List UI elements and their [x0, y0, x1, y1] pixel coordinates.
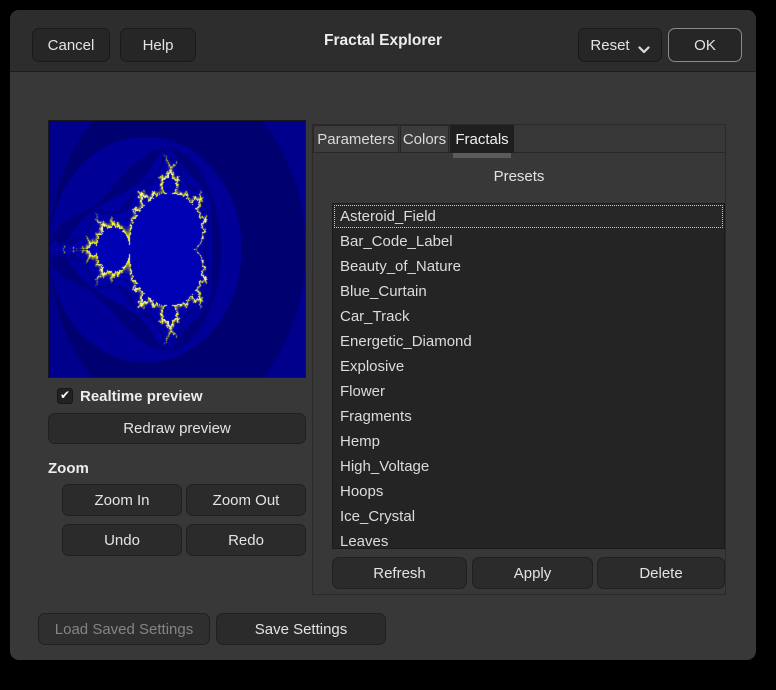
list-item[interactable]: Leaves [333, 529, 724, 549]
tab-parameters[interactable]: Parameters [313, 125, 399, 153]
delete-button[interactable]: Delete [597, 557, 725, 589]
redraw-preview-label: Redraw preview [123, 420, 231, 437]
zoom-in-button[interactable]: Zoom In [62, 484, 182, 516]
fractal-preview[interactable] [49, 121, 305, 377]
apply-button[interactable]: Apply [472, 557, 593, 589]
list-item[interactable]: Explosive [333, 354, 724, 379]
ok-button[interactable]: OK [668, 28, 742, 62]
tab-colors[interactable]: Colors [400, 125, 449, 153]
save-settings-button[interactable]: Save Settings [216, 613, 386, 645]
help-button[interactable]: Help [120, 28, 196, 62]
zoom-out-label: Zoom Out [213, 492, 280, 509]
fractal-explorer-dialog: Fractal Explorer Cancel Help Reset OK ✔ … [10, 10, 756, 660]
list-item[interactable]: Ice_Crystal [333, 504, 724, 529]
active-tab-indicator [453, 153, 511, 158]
settings-notebook: Parameters Colors Fractals Presets Aster… [312, 124, 726, 595]
zoom-out-button[interactable]: Zoom Out [186, 484, 306, 516]
load-saved-settings-button[interactable]: Load Saved Settings [38, 613, 210, 645]
undo-label: Undo [104, 532, 140, 549]
list-item[interactable]: Hoops [333, 479, 724, 504]
list-item[interactable]: Car_Track [333, 304, 724, 329]
tab-fractals[interactable]: Fractals [450, 125, 514, 153]
refresh-label: Refresh [373, 565, 426, 582]
cancel-button[interactable]: Cancel [32, 28, 110, 62]
load-saved-settings-label: Load Saved Settings [55, 621, 193, 638]
tab-colors-label: Colors [403, 131, 446, 148]
reset-dropdown-button[interactable]: Reset [578, 28, 662, 62]
refresh-button[interactable]: Refresh [332, 557, 467, 589]
zoom-section-label: Zoom [48, 460, 89, 477]
cancel-button-label: Cancel [48, 37, 95, 54]
chevron-down-icon [638, 41, 650, 49]
realtime-preview-checkbox-row[interactable]: ✔ Realtime preview [57, 387, 203, 405]
list-item[interactable]: Hemp [333, 429, 724, 454]
redo-button[interactable]: Redo [186, 524, 306, 556]
apply-label: Apply [514, 565, 552, 582]
tab-parameters-label: Parameters [317, 131, 395, 148]
presets-title: Presets [313, 168, 725, 185]
list-item[interactable]: Beauty_of_Nature [333, 254, 724, 279]
redo-label: Redo [228, 532, 264, 549]
ok-button-label: OK [694, 37, 716, 54]
zoom-in-label: Zoom In [94, 492, 149, 509]
reset-button-label: Reset [590, 37, 629, 54]
tab-fractals-label: Fractals [455, 131, 508, 148]
realtime-preview-label: Realtime preview [80, 388, 203, 405]
list-item[interactable]: Energetic_Diamond [333, 329, 724, 354]
list-item[interactable]: Blue_Curtain [333, 279, 724, 304]
save-settings-label: Save Settings [255, 621, 348, 638]
list-item[interactable]: High_Voltage [333, 454, 724, 479]
checkbox-checked-icon[interactable]: ✔ [57, 388, 73, 404]
undo-button[interactable]: Undo [62, 524, 182, 556]
list-item[interactable]: Fragments [333, 404, 724, 429]
redraw-preview-button[interactable]: Redraw preview [48, 413, 306, 444]
presets-list[interactable]: Asteroid_FieldBar_Code_LabelBeauty_of_Na… [332, 203, 725, 549]
list-item[interactable]: Asteroid_Field [333, 204, 724, 229]
help-button-label: Help [143, 37, 174, 54]
fractal-preview-frame [48, 120, 306, 378]
delete-label: Delete [639, 565, 682, 582]
list-item[interactable]: Bar_Code_Label [333, 229, 724, 254]
list-item[interactable]: Flower [333, 379, 724, 404]
dialog-header: Fractal Explorer Cancel Help Reset OK [10, 10, 756, 72]
